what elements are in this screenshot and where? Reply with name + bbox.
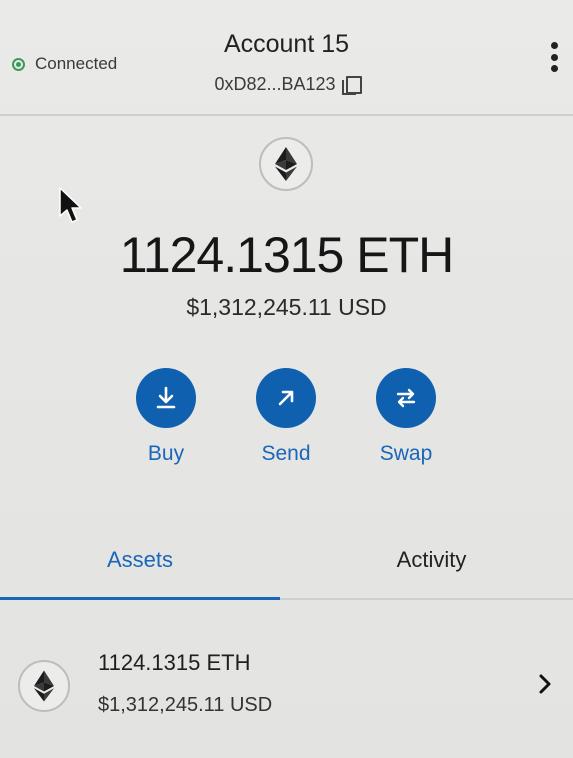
send-button[interactable]: Send — [246, 368, 326, 466]
asset-list-item[interactable]: 1124.1315 ETH $1,312,245.11 USD — [0, 628, 573, 738]
send-button-label: Send — [261, 442, 311, 465]
asset-tabs: Assets Activity — [0, 520, 573, 600]
buy-button-label: Buy — [147, 442, 185, 465]
swap-button-label: Swap — [379, 442, 433, 465]
kebab-menu-icon[interactable] — [549, 42, 559, 72]
account-header: Connected Account 15 0xD82...BA123 — [0, 0, 573, 116]
asset-fiat-value: $1,312,245.11 USD — [98, 694, 273, 716]
active-tab-indicator — [0, 597, 280, 600]
swap-button[interactable]: Swap — [366, 368, 446, 466]
tab-activity[interactable]: Activity — [290, 520, 573, 600]
action-buttons: Buy Send Swap — [0, 368, 573, 478]
connected-dot-icon — [12, 57, 25, 71]
account-address[interactable]: 0xD82...BA123 — [0, 74, 573, 95]
mouse-cursor-icon — [59, 187, 82, 223]
ethereum-icon — [259, 137, 313, 191]
buy-button[interactable]: Buy — [126, 368, 206, 466]
wallet-screen: Connected Account 15 0xD82...BA123 1124.… — [0, 0, 573, 758]
account-name[interactable]: Account 15 — [0, 30, 573, 59]
copy-icon[interactable] — [341, 76, 362, 95]
chevron-right-icon[interactable] — [535, 672, 555, 696]
arrow-up-right-icon — [278, 390, 294, 406]
account-address-text: 0xD82...BA123 — [214, 74, 336, 94]
primary-balance: 1124.1315 ETH — [119, 227, 455, 283]
download-icon — [156, 386, 176, 409]
ethereum-icon — [18, 660, 70, 712]
asset-amount: 1124.1315 ETH — [98, 650, 251, 675]
tab-assets[interactable]: Assets — [0, 520, 280, 600]
fiat-balance: $1,312,245.11 USD — [186, 294, 387, 320]
swap-arrows-icon — [396, 388, 416, 408]
